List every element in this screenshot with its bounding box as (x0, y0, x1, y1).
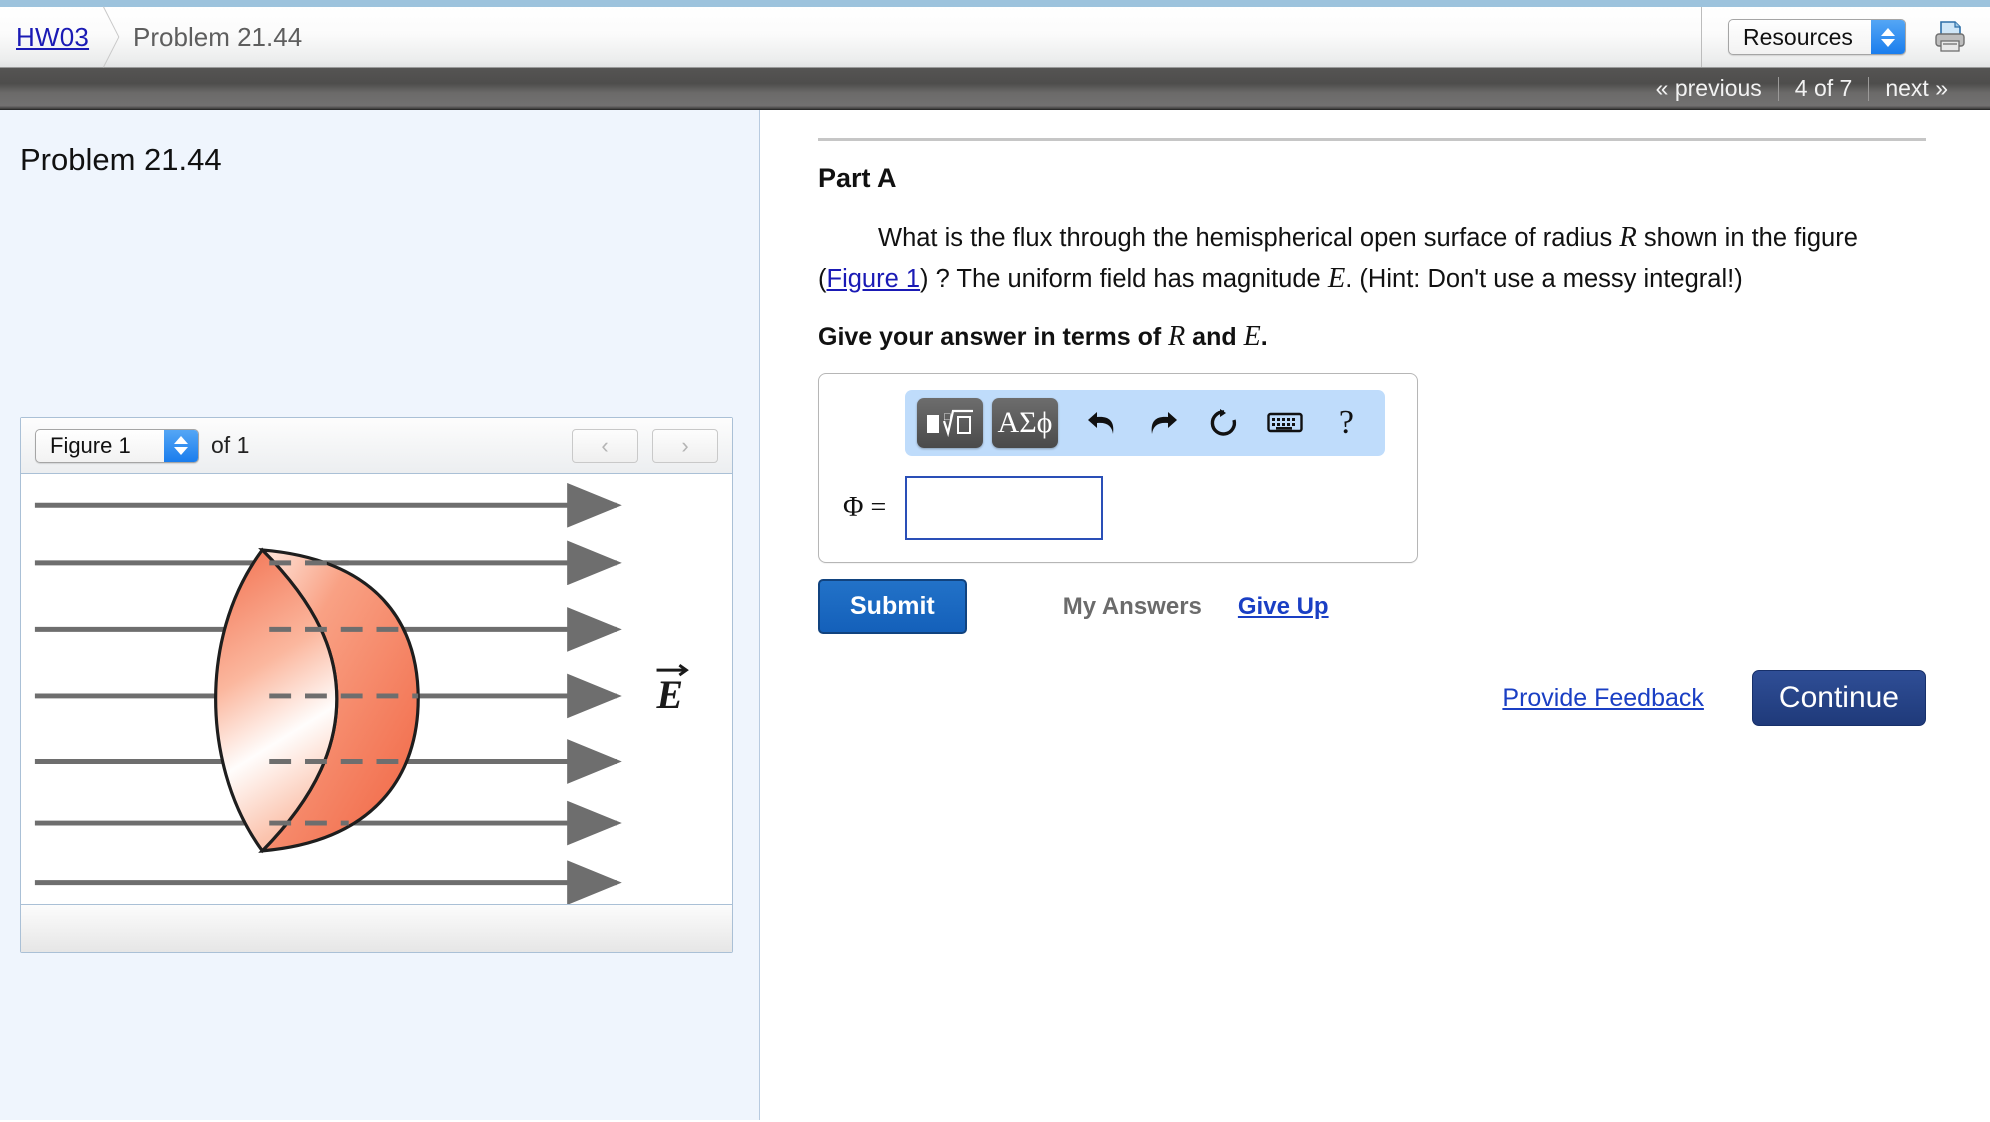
left-panel: Problem 21.44 Figure 1 of 1 ‹ › E (0, 110, 760, 1120)
previous-button[interactable]: « previous (1640, 75, 1778, 102)
figure-footer (21, 904, 732, 952)
template-root-icon: □ (927, 409, 973, 438)
redo-icon (1151, 412, 1177, 435)
reset-button[interactable] (1197, 398, 1250, 448)
question-segment-4: . (Hint: Don't use a messy integral!) (1345, 264, 1743, 293)
figure-select-value: Figure 1 (50, 432, 131, 458)
breadcrumb-current: Problem 21.44 (133, 21, 303, 52)
resources-select[interactable]: Resources (1728, 19, 1906, 55)
part-label: Part A (818, 163, 897, 193)
help-button[interactable]: ? (1320, 398, 1373, 448)
give-up-link[interactable]: Give Up (1238, 593, 1329, 621)
figure-nav: ‹ › (572, 428, 718, 463)
redo-button[interactable] (1136, 398, 1189, 448)
electric-flux-hemisphere-diagram: E (34, 482, 689, 905)
figure-prev-button[interactable]: ‹ (572, 428, 638, 463)
greek-symbols-button[interactable]: ΑΣϕ (992, 398, 1058, 449)
answer-toolbar: □ ΑΣϕ ? (905, 390, 1385, 457)
provide-feedback-link[interactable]: Provide Feedback (1502, 684, 1704, 713)
breadcrumb: HW03 Problem 21.44 (0, 7, 302, 67)
figure-count-label: of 1 (211, 432, 250, 458)
submit-button[interactable]: Submit (818, 579, 967, 635)
header-tools: Resources (1701, 7, 1990, 67)
next-button[interactable]: next » (1869, 75, 1964, 102)
printer-icon (1935, 21, 1965, 52)
top-accent-strip (0, 0, 1990, 7)
svg-text:E: E (656, 673, 683, 717)
my-answers-link[interactable]: My Answers (1063, 593, 1202, 621)
flux-symbol-label: Φ = (843, 492, 887, 524)
print-button[interactable] (1928, 17, 1972, 57)
breadcrumb-link-hw03[interactable]: HW03 (16, 22, 89, 53)
question-segment-3: ) ? The uniform field has magnitude (920, 264, 1328, 293)
figure-select[interactable]: Figure 1 (35, 428, 199, 463)
figure-link[interactable]: Figure 1 (827, 265, 921, 293)
resources-select-value: Resources (1743, 23, 1853, 50)
question-segment-1: What is the flux through the hemispheric… (878, 224, 1620, 252)
answer-row: Φ = (843, 476, 1399, 541)
instruction-segment-1: Give your answer in terms of (818, 323, 1169, 352)
bottom-row: Provide Feedback Continue (818, 670, 1930, 727)
breadcrumb-bar: HW03 Problem 21.44 Resources (0, 7, 1990, 68)
keyboard-button[interactable] (1259, 398, 1312, 448)
pagination-bar: « previous 4 of 7 next » (0, 68, 1990, 110)
instruction-var-r: R (1168, 321, 1186, 353)
chevron-updown-icon[interactable] (164, 429, 198, 462)
instruction-segment-2: and (1185, 323, 1244, 352)
page-title: Problem 21.44 (20, 142, 222, 177)
field-label: E (656, 663, 689, 717)
answer-input[interactable] (905, 476, 1103, 541)
instruction-segment-3: . (1260, 323, 1268, 352)
breadcrumb-separator-icon (91, 7, 131, 67)
reset-icon (1210, 409, 1237, 436)
continue-button[interactable]: Continue (1751, 670, 1926, 727)
answer-instruction: Give your answer in terms of R and E. (818, 321, 1930, 353)
template-button[interactable]: □ (917, 398, 983, 449)
question-var-r: R (1619, 222, 1637, 253)
figure-canvas: E (21, 474, 732, 905)
keyboard-icon (1267, 412, 1303, 433)
figure-widget: Figure 1 of 1 ‹ › E (20, 417, 733, 953)
figure-next-button[interactable]: › (652, 428, 718, 463)
undo-button[interactable] (1075, 398, 1128, 448)
page-content: Problem 21.44 Figure 1 of 1 ‹ › E Part A… (0, 110, 1990, 1120)
greek-button-label: ΑΣϕ (997, 406, 1053, 440)
question-var-e: E (1327, 262, 1346, 294)
submit-row: Submit My Answers Give Up (818, 579, 1930, 635)
section-divider (818, 138, 1926, 141)
question-text: What is the flux through the hemispheric… (818, 218, 1908, 299)
instruction-var-e: E (1243, 321, 1261, 353)
figure-header: Figure 1 of 1 ‹ › (21, 418, 732, 474)
page-position: 4 of 7 (1794, 75, 1853, 101)
undo-icon (1087, 412, 1113, 435)
answer-container: □ ΑΣϕ ? Φ = (818, 373, 1418, 564)
chevron-updown-icon[interactable] (1871, 20, 1905, 54)
right-panel: Part A What is the flux through the hemi… (760, 110, 1990, 1120)
